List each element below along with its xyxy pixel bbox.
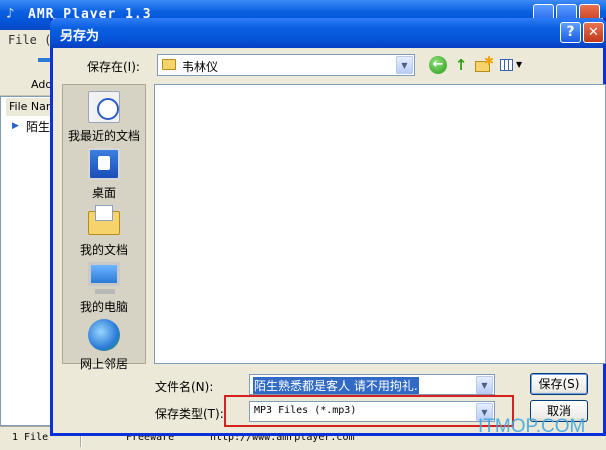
filetype-dropdown[interactable]: MP3 Files (*.mp3) ▼ <box>249 401 495 422</box>
place-recent-documents[interactable]: 我最近的文档 <box>63 89 145 143</box>
file-browser-list[interactable] <box>154 84 606 364</box>
place-label: 网上邻居 <box>79 357 128 371</box>
save-in-dropdown[interactable]: 韦林仪 ▼ <box>157 54 415 76</box>
filetype-value: MP3 Files (*.mp3) <box>254 405 357 416</box>
place-label: 桌面 <box>91 186 116 200</box>
recent-documents-icon <box>88 91 120 123</box>
my-documents-icon <box>88 205 120 235</box>
place-my-documents[interactable]: 我的文档 <box>63 203 145 257</box>
filename-label: 文件名(N): <box>155 380 214 394</box>
place-desktop[interactable]: 桌面 <box>63 146 145 200</box>
folder-icon <box>162 59 176 70</box>
chevron-down-icon[interactable]: ▼ <box>476 376 493 394</box>
status-file-count: 1 File <box>12 432 49 443</box>
save-in-value: 韦林仪 <box>182 60 219 74</box>
close-button[interactable]: ✕ <box>583 22 604 43</box>
filename-value: 陌生熟悉都是客人 请不用拘礼. <box>253 377 419 394</box>
place-label: 我的文档 <box>79 243 128 257</box>
places-bar: 我最近的文档 桌面 我的文档 我的电脑 网上邻居 <box>62 84 146 371</box>
place-label: 我最近的文档 <box>67 129 140 143</box>
list-item[interactable]: 陌生 <box>26 118 50 135</box>
save-button[interactable]: 保存(S) <box>530 373 588 395</box>
app-icon: ♪ <box>6 6 15 22</box>
play-icon: ▶ <box>12 121 19 131</box>
save-in-label: 保存在(I): <box>87 60 140 74</box>
dialog-title-bar: 另存为 ? ✕ <box>50 18 606 48</box>
place-network[interactable]: 网上邻居 <box>63 317 145 371</box>
place-my-computer[interactable]: 我的电脑 <box>63 260 145 314</box>
menu-file[interactable]: File ( <box>8 33 51 47</box>
network-icon <box>88 319 120 351</box>
watermark: ITMOP.COM <box>478 416 586 437</box>
up-folder-icon[interactable]: ↑ <box>452 56 470 75</box>
place-label: 我的电脑 <box>79 300 128 314</box>
help-button[interactable]: ? <box>560 22 581 43</box>
chevron-down-icon[interactable]: ▼ <box>396 56 413 74</box>
save-as-dialog: 另存为 ? ✕ 保存在(I): 韦林仪 ▼ ← ↑ ✱ ▼ 我最近的文档 桌面 … <box>50 18 606 436</box>
filetype-label: 保存类型(T): <box>155 407 224 421</box>
my-computer-icon <box>88 262 120 294</box>
back-arrow-icon[interactable]: ← <box>429 56 447 74</box>
new-folder-icon[interactable]: ✱ <box>474 54 494 74</box>
filename-field[interactable]: 陌生熟悉都是客人 请不用拘礼. ▼ <box>249 374 495 395</box>
views-menu-icon[interactable]: ▼ <box>499 56 525 74</box>
dialog-title: 另存为 <box>60 29 100 44</box>
desktop-icon <box>88 148 120 180</box>
